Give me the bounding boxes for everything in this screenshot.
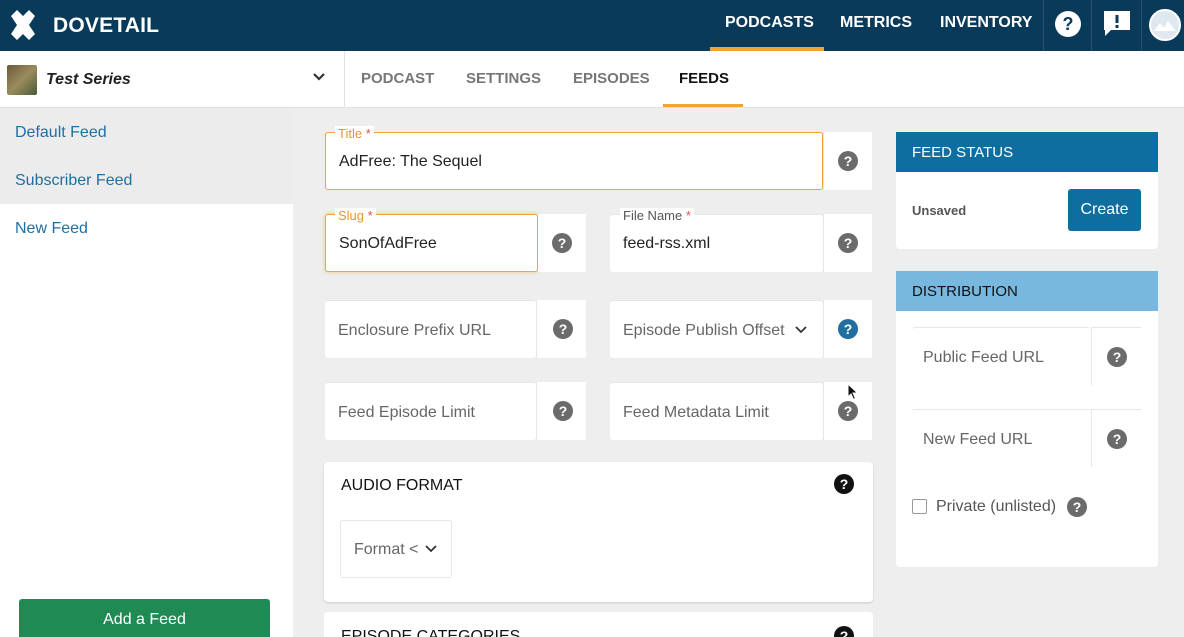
tab-feeds[interactable]: FEEDS xyxy=(679,70,729,87)
help-icon[interactable]: ? xyxy=(1054,9,1082,39)
public-feed-url-help[interactable]: ? xyxy=(1091,327,1141,385)
episode-limit-help[interactable]: ? xyxy=(536,382,586,440)
nav-metrics[interactable]: METRICS xyxy=(840,14,912,32)
help-icon[interactable]: ? xyxy=(838,401,858,421)
divider xyxy=(1043,0,1044,51)
help-icon[interactable]: ? xyxy=(838,319,858,339)
help-icon[interactable]: ? xyxy=(1107,429,1127,449)
episode-categories-card: EPISODE CATEGORIES ? xyxy=(324,612,873,637)
divider xyxy=(1141,0,1142,51)
private-label[interactable]: Private (unlisted) xyxy=(936,498,1056,516)
nav-inventory[interactable]: INVENTORY xyxy=(940,14,1032,32)
audio-format-title: AUDIO FORMAT xyxy=(341,477,463,494)
help-icon[interactable]: ? xyxy=(838,151,858,171)
tab-episodes[interactable]: EPISODES xyxy=(573,70,650,87)
enclosure-prefix-placeholder[interactable]: Enclosure Prefix URL xyxy=(338,322,491,340)
series-thumbnail xyxy=(7,65,37,95)
title-field[interactable]: AdFree: The Sequel xyxy=(325,132,823,190)
publish-offset-help[interactable]: ? xyxy=(823,300,872,358)
help-icon[interactable]: ? xyxy=(1107,347,1127,367)
metadata-limit-placeholder[interactable]: Feed Metadata Limit xyxy=(623,404,769,422)
help-icon[interactable]: ? xyxy=(553,319,573,339)
series-name[interactable]: Test Series xyxy=(46,71,131,89)
title-label: Title * xyxy=(335,126,374,141)
help-icon[interactable]: ? xyxy=(834,474,854,494)
enclosure-prefix-field[interactable]: Enclosure Prefix URL xyxy=(325,300,536,358)
new-feed-url-placeholder[interactable]: New Feed URL xyxy=(923,431,1032,449)
feed-status-header: FEED STATUS xyxy=(896,132,1158,172)
distribution-header: DISTRIBUTION xyxy=(896,271,1158,311)
chevron-down-icon[interactable] xyxy=(312,72,326,82)
file-name-input[interactable]: feed-rss.xml xyxy=(623,235,710,253)
format-select[interactable]: Format < xyxy=(340,520,452,578)
sidebar-item-new-feed[interactable]: New Feed xyxy=(0,204,293,252)
new-feed-url-help[interactable]: ? xyxy=(1091,409,1141,467)
title-input[interactable]: AdFree: The Sequel xyxy=(339,153,482,171)
private-checkbox[interactable] xyxy=(912,499,927,514)
svg-text:?: ? xyxy=(1063,14,1074,34)
feedback-icon[interactable] xyxy=(1102,9,1132,39)
slug-help[interactable]: ? xyxy=(538,214,586,272)
sidebar-item-default-feed[interactable]: Default Feed xyxy=(0,108,293,156)
brand-name[interactable]: DOVETAIL xyxy=(53,14,159,38)
help-icon[interactable]: ? xyxy=(1067,497,1087,517)
feed-status-text: Unsaved xyxy=(912,203,967,218)
create-button[interactable]: Create xyxy=(1068,189,1141,231)
dovetail-logo-icon[interactable] xyxy=(8,10,38,40)
top-navbar: DOVETAIL PODCASTS METRICS INVENTORY ? xyxy=(0,0,1184,51)
sidebar-item-subscriber-feed[interactable]: Subscriber Feed xyxy=(0,156,293,204)
tab-podcast[interactable]: PODCAST xyxy=(361,70,434,87)
feed-sidebar: Default Feed Subscriber Feed New Feed xyxy=(0,108,293,637)
add-feed-button[interactable]: Add a Feed xyxy=(19,599,270,637)
help-icon[interactable]: ? xyxy=(553,401,573,421)
tab-settings[interactable]: SETTINGS xyxy=(466,70,541,87)
publish-offset-placeholder[interactable]: Episode Publish Offset xyxy=(623,322,785,340)
help-icon[interactable]: ? xyxy=(552,233,572,253)
nav-podcasts[interactable]: PODCASTS xyxy=(725,14,814,32)
publish-offset-select[interactable]: Episode Publish Offset xyxy=(610,300,823,358)
new-feed-url-field[interactable]: New Feed URL xyxy=(912,409,1091,467)
episode-limit-field[interactable]: Feed Episode Limit xyxy=(325,382,536,440)
file-name-label: File Name * xyxy=(620,208,694,223)
public-feed-url-field[interactable]: Public Feed URL xyxy=(912,327,1091,385)
format-select-label[interactable]: Format < xyxy=(354,541,418,559)
user-avatar-icon[interactable] xyxy=(1149,9,1181,41)
help-icon[interactable]: ? xyxy=(834,626,854,637)
file-name-help[interactable]: ? xyxy=(823,214,872,272)
metadata-limit-field[interactable]: Feed Metadata Limit xyxy=(610,382,823,440)
divider xyxy=(1091,0,1092,51)
title-help[interactable]: ? xyxy=(823,132,872,190)
audio-format-card: AUDIO FORMAT ? Format < xyxy=(324,462,873,602)
public-feed-url-placeholder[interactable]: Public Feed URL xyxy=(923,349,1044,367)
mouse-cursor-icon xyxy=(847,383,859,401)
podcast-subbar: Test Series PODCAST SETTINGS EPISODES FE… xyxy=(0,51,1184,108)
enclosure-prefix-help[interactable]: ? xyxy=(536,300,586,358)
help-icon[interactable]: ? xyxy=(838,233,858,253)
chevron-down-icon[interactable] xyxy=(425,545,437,553)
slug-label: Slug * xyxy=(335,208,376,223)
chevron-down-icon[interactable] xyxy=(795,326,807,334)
episode-categories-title: EPISODE CATEGORIES xyxy=(341,628,521,637)
episode-limit-placeholder[interactable]: Feed Episode Limit xyxy=(338,404,475,422)
tab-active-indicator xyxy=(663,104,743,107)
divider xyxy=(344,51,345,108)
slug-input[interactable]: SonOfAdFree xyxy=(339,235,437,253)
